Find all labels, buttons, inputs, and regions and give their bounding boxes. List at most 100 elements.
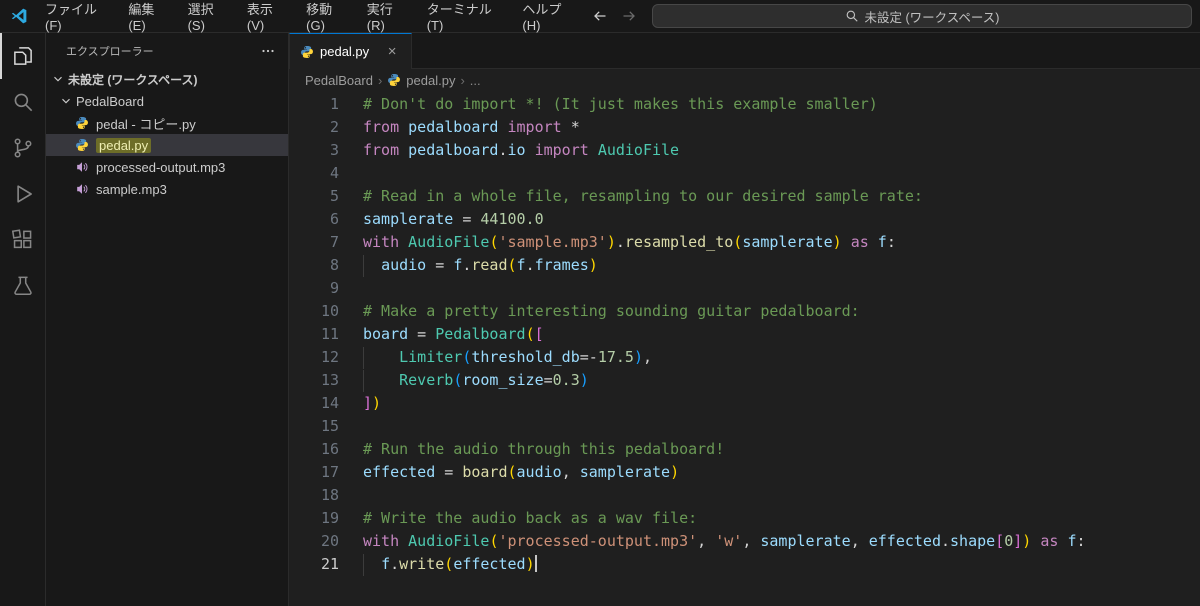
tab-bar: pedal.py × xyxy=(289,33,1200,69)
code-line-text: from pedalboard.io import AudioFile xyxy=(363,141,680,159)
code-line[interactable]: 18 xyxy=(289,484,1200,507)
more-actions-icon[interactable] xyxy=(260,43,276,59)
activity-bar xyxy=(0,33,46,606)
workspace-root[interactable]: 未設定 (ワークスペース) xyxy=(46,68,288,90)
indent-guide xyxy=(363,347,364,369)
code-line[interactable]: 19 # Write the audio back as a wav file: xyxy=(289,507,1200,530)
file-tree: 未設定 (ワークスペース) PedalBoard pedal - コピー.py p… xyxy=(46,68,288,200)
menu-view[interactable]: 表示(V) xyxy=(238,0,297,33)
line-number[interactable]: 3 xyxy=(289,139,339,162)
activity-explorer[interactable] xyxy=(0,33,45,79)
sidebar: エクスプローラー 未設定 (ワークスペース) PedalBoard pedal … xyxy=(46,33,289,606)
folder-pedalboard[interactable]: PedalBoard xyxy=(46,90,288,112)
line-number[interactable]: 19 xyxy=(289,507,339,530)
folder-name: PedalBoard xyxy=(76,93,144,109)
menu-selection[interactable]: 選択(S) xyxy=(179,0,238,33)
line-number[interactable]: 4 xyxy=(289,162,339,185)
testing-icon xyxy=(13,276,32,295)
code-line[interactable]: 14]) xyxy=(289,392,1200,415)
line-number[interactable]: 10 xyxy=(289,300,339,323)
file-list: pedal - コピー.py pedal.py processed-output.m… xyxy=(46,112,288,200)
breadcrumb: PedalBoard › pedal.py › ... xyxy=(289,69,1200,91)
line-number[interactable]: 15 xyxy=(289,415,339,438)
line-number[interactable]: 9 xyxy=(289,277,339,300)
code-line[interactable]: 7 with AudioFile('sample.mp3').resampled_… xyxy=(289,231,1200,254)
code-line-text: # Write the audio back as a wav file: xyxy=(363,509,698,527)
python-icon xyxy=(75,116,90,131)
code-line[interactable]: 15 xyxy=(289,415,1200,438)
breadcrumb-file[interactable]: pedal.py xyxy=(406,73,455,88)
activity-testing[interactable] xyxy=(0,263,45,309)
text-cursor xyxy=(534,555,537,572)
code-line[interactable]: 11 board = Pedalboard([ xyxy=(289,323,1200,346)
command-center[interactable]: 未設定 (ワークスペース) xyxy=(652,4,1192,28)
activity-extensions[interactable] xyxy=(0,217,45,263)
code-line[interactable]: 16 # Run the audio through this pedalboar… xyxy=(289,438,1200,461)
line-number[interactable]: 21 xyxy=(289,553,339,576)
close-icon[interactable]: × xyxy=(383,43,401,60)
code-line[interactable]: 5 # Read in a whole file, resampling to o… xyxy=(289,185,1200,208)
code-line[interactable]: 13 Reverb(room_size=0.3) xyxy=(289,369,1200,392)
file-item[interactable]: pedal.py xyxy=(46,134,288,156)
chevron-down-icon xyxy=(58,93,74,109)
code-line-text: Limiter(threshold_db=-17.5), xyxy=(339,346,652,369)
editor-area: pedal.py × PedalBoard › pedal.py › ... 1… xyxy=(289,33,1200,606)
code-line[interactable]: 10 # Make a pretty interesting sounding g… xyxy=(289,300,1200,323)
menu-edit[interactable]: 編集(E) xyxy=(119,0,178,33)
code-line[interactable]: 12 Limiter(threshold_db=-17.5), xyxy=(289,346,1200,369)
line-number[interactable]: 13 xyxy=(289,369,339,392)
audio-icon xyxy=(75,160,90,175)
menu-go[interactable]: 移動(G) xyxy=(297,0,358,33)
code-line[interactable]: 3 from pedalboard.io import AudioFile xyxy=(289,139,1200,162)
line-number[interactable]: 2 xyxy=(289,116,339,139)
forward-arrow-icon[interactable] xyxy=(618,4,641,28)
indent-guide xyxy=(363,255,364,277)
menu-terminal[interactable]: ターミナル(T) xyxy=(418,0,514,33)
menu-help[interactable]: ヘルプ(H) xyxy=(513,0,585,33)
back-arrow-icon[interactable] xyxy=(589,4,612,28)
code-line[interactable]: 2 from pedalboard import * xyxy=(289,116,1200,139)
code-line-text: # Make a pretty interesting sounding gui… xyxy=(363,302,860,320)
chevron-right-icon: › xyxy=(377,72,383,88)
code-line-text: # Run the audio through this pedalboard! xyxy=(363,440,725,458)
code-line-text: board = Pedalboard([ xyxy=(363,325,544,343)
scm-icon xyxy=(14,138,31,158)
breadcrumb-folder[interactable]: PedalBoard xyxy=(305,73,373,88)
code-line[interactable]: 6 samplerate = 44100.0 xyxy=(289,208,1200,231)
code-line-text: ]) xyxy=(363,394,382,412)
line-number[interactable]: 20 xyxy=(289,530,339,553)
file-item[interactable]: pedal - コピー.py xyxy=(46,112,288,134)
file-item[interactable]: sample.mp3 xyxy=(46,178,288,200)
line-number[interactable]: 14 xyxy=(289,392,339,415)
code-line[interactable]: 1 # Don't do import *! (It just makes thi… xyxy=(289,93,1200,116)
activity-source-control[interactable] xyxy=(0,125,45,171)
menu-file[interactable]: ファイル(F) xyxy=(36,0,119,33)
line-number[interactable]: 18 xyxy=(289,484,339,507)
line-number[interactable]: 16 xyxy=(289,438,339,461)
line-number[interactable]: 11 xyxy=(289,323,339,346)
activity-search[interactable] xyxy=(0,79,45,125)
tab-pedal-py[interactable]: pedal.py × xyxy=(289,33,413,69)
code-line[interactable]: 21 f.write(effected) xyxy=(289,553,1200,576)
line-number[interactable]: 6 xyxy=(289,208,339,231)
code-line[interactable]: 9 xyxy=(289,277,1200,300)
breadcrumb-symbol[interactable]: ... xyxy=(470,73,481,88)
code-line[interactable]: 17 effected = board(audio, samplerate) xyxy=(289,461,1200,484)
menu-run[interactable]: 実行(R) xyxy=(358,0,418,33)
chevron-right-icon: › xyxy=(460,72,465,88)
line-number[interactable]: 5 xyxy=(289,185,339,208)
line-number[interactable]: 7 xyxy=(289,231,339,254)
activity-run-debug[interactable] xyxy=(0,171,45,217)
line-number[interactable]: 17 xyxy=(289,461,339,484)
line-number[interactable]: 1 xyxy=(289,93,339,116)
search-icon xyxy=(845,9,859,23)
line-number[interactable]: 12 xyxy=(289,346,339,369)
code-line[interactable]: 20 with AudioFile('processed-output.mp3',… xyxy=(289,530,1200,553)
file-name: pedal - コピー.py xyxy=(96,116,196,132)
line-number[interactable]: 8 xyxy=(289,254,339,277)
code-line[interactable]: 8 audio = f.read(f.frames) xyxy=(289,254,1200,277)
code-line[interactable]: 4 xyxy=(289,162,1200,185)
file-item[interactable]: processed-output.mp3 xyxy=(46,156,288,178)
code-line-text: with AudioFile('processed-output.mp3', '… xyxy=(363,532,1086,550)
